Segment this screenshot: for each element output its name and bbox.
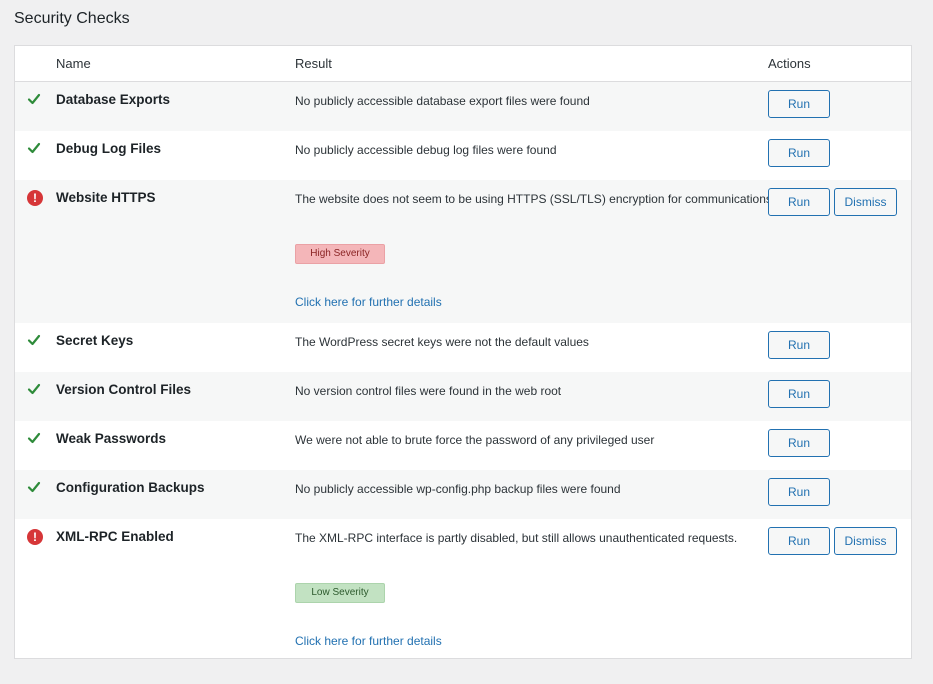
check-name: Debug Log Files xyxy=(56,141,162,156)
table-row: Database Exports No publicly accessible … xyxy=(15,82,911,131)
check-icon xyxy=(27,382,43,398)
check-name: Secret Keys xyxy=(56,333,134,348)
check-name: Database Exports xyxy=(56,92,171,107)
check-result: No publicly accessible debug log files w… xyxy=(295,143,557,157)
run-button[interactable]: Run xyxy=(768,380,830,408)
check-result: The WordPress secret keys were not the d… xyxy=(295,335,589,349)
alert-icon: ! xyxy=(27,190,43,206)
page-title: Security Checks xyxy=(14,10,130,27)
run-button[interactable]: Run xyxy=(768,139,830,167)
check-name: XML-RPC Enabled xyxy=(56,529,174,544)
table-row: Secret Keys The WordPress secret keys we… xyxy=(15,323,911,372)
run-button[interactable]: Run xyxy=(768,188,830,216)
check-result: No publicly accessible wp-config.php bac… xyxy=(295,482,621,496)
column-header-name: Name xyxy=(56,56,91,71)
run-button[interactable]: Run xyxy=(768,478,830,506)
further-details-link[interactable]: Click here for further details xyxy=(295,634,442,648)
table-row: Configuration Backups No publicly access… xyxy=(15,470,911,519)
table-header: Name Result Actions xyxy=(15,46,911,82)
run-button[interactable]: Run xyxy=(768,331,830,359)
dismiss-button[interactable]: Dismiss xyxy=(834,188,897,216)
check-icon xyxy=(27,480,43,496)
check-result: No version control files were found in t… xyxy=(295,384,562,398)
check-icon xyxy=(27,92,43,108)
security-checks-table: Name Result Actions Database Exports No … xyxy=(14,45,912,659)
dismiss-button[interactable]: Dismiss xyxy=(834,527,897,555)
check-icon xyxy=(27,333,43,349)
check-result: The XML-RPC interface is partly disabled… xyxy=(295,531,738,545)
severity-badge: High Severity xyxy=(295,244,385,264)
check-result: We were not able to brute force the pass… xyxy=(295,433,655,447)
table-row: Debug Log Files No publicly accessible d… xyxy=(15,131,911,180)
further-details-link[interactable]: Click here for further details xyxy=(295,295,442,309)
table-row: Version Control Files No version control… xyxy=(15,372,911,421)
table-row: Weak Passwords We were not able to brute… xyxy=(15,421,911,470)
check-icon xyxy=(27,141,43,157)
run-button[interactable]: Run xyxy=(768,527,830,555)
alert-icon: ! xyxy=(27,529,43,545)
table-row: ! Website HTTPS The website does not see… xyxy=(15,180,911,323)
run-button[interactable]: Run xyxy=(768,429,830,457)
check-name: Configuration Backups xyxy=(56,480,205,495)
check-result: No publicly accessible database export f… xyxy=(295,94,590,108)
severity-badge: Low Severity xyxy=(295,583,385,603)
column-header-actions: Actions xyxy=(768,56,811,71)
run-button[interactable]: Run xyxy=(768,90,830,118)
table-row: ! XML-RPC Enabled The XML-RPC interface … xyxy=(15,519,911,658)
check-name: Weak Passwords xyxy=(56,431,167,446)
check-icon xyxy=(27,431,43,447)
check-result: The website does not seem to be using HT… xyxy=(295,192,776,206)
check-name: Website HTTPS xyxy=(56,190,156,205)
check-name: Version Control Files xyxy=(56,382,192,397)
column-header-result: Result xyxy=(295,56,332,71)
